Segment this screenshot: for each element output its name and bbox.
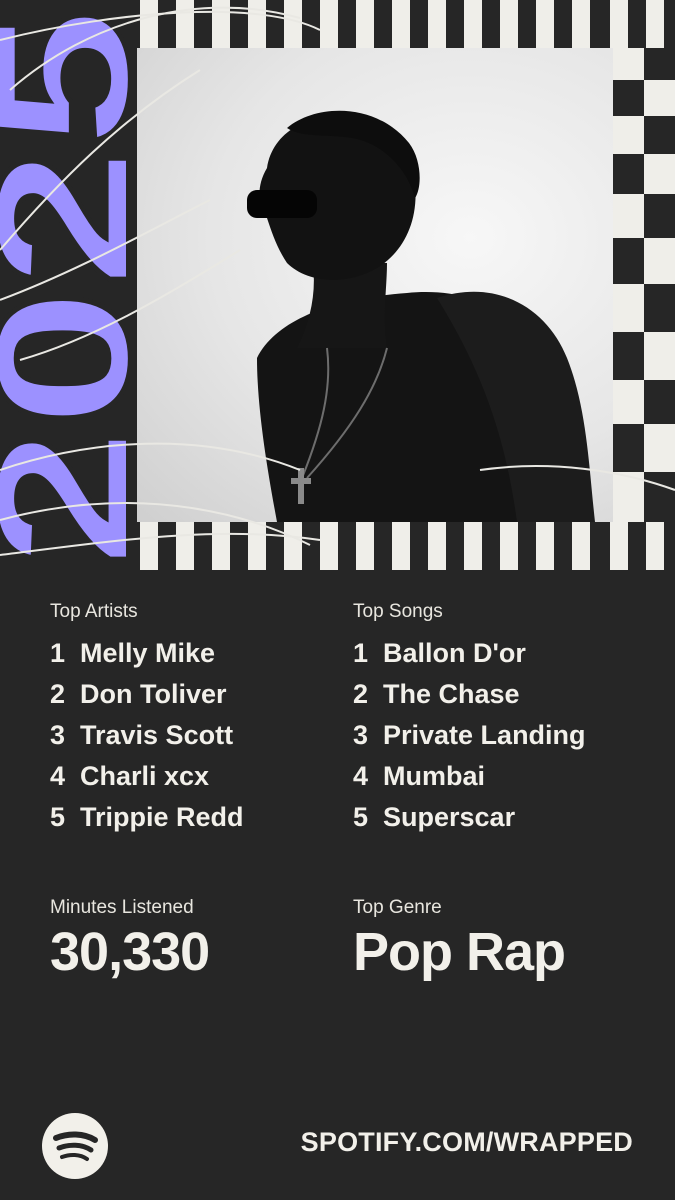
artist-name: Melly Mike: [80, 638, 216, 668]
minutes-listened-value: 30,330: [50, 922, 210, 982]
song-item: 2 The Chase: [353, 679, 586, 720]
artist-name: Charli xcx: [80, 761, 210, 791]
top-genre-value: Pop Rap: [353, 922, 566, 982]
top-songs-section: Top Songs 1 Ballon D'or 2 The Chase 3 Pr…: [353, 600, 586, 843]
song-name: Mumbai: [383, 761, 486, 791]
song-name: Ballon D'or: [383, 638, 526, 668]
song-name: The Chase: [383, 679, 520, 709]
top-artists-label: Top Artists: [50, 601, 138, 622]
artist-name: Travis Scott: [80, 720, 234, 750]
artist-item: 3 Travis Scott: [50, 720, 244, 761]
artist-item: 1 Melly Mike: [50, 638, 244, 679]
artist-rank: 4: [50, 761, 66, 791]
minutes-listened-stat: Minutes Listened 30,330: [50, 895, 210, 983]
artist-rank: 5: [50, 802, 66, 832]
artist-rank: 1: [50, 638, 66, 668]
top-artists-list: 1 Melly Mike 2 Don Toliver 3 Travis Scot…: [50, 638, 244, 843]
song-item: 4 Mumbai: [353, 761, 586, 802]
song-name: Private Landing: [383, 720, 586, 750]
artist-item: 2 Don Toliver: [50, 679, 244, 720]
artist-name: Trippie Redd: [80, 802, 244, 832]
artist-rank: 3: [50, 720, 66, 750]
song-rank: 1: [353, 638, 369, 668]
top-songs-list: 1 Ballon D'or 2 The Chase 3 Private Land…: [353, 638, 586, 843]
artist-rank: 2: [50, 679, 66, 709]
song-rank: 3: [353, 720, 369, 750]
song-rank: 2: [353, 679, 369, 709]
top-artists-section: Top Artists 1 Melly Mike 2 Don Toliver 3…: [50, 600, 244, 843]
top-genre-label: Top Genre: [353, 897, 442, 918]
artist-name: Don Toliver: [80, 679, 227, 709]
top-songs-label: Top Songs: [353, 601, 443, 622]
wrapped-share-card: 2025 Top Artists 1 Melly Mike 2 Don Toli…: [0, 0, 675, 1200]
top-genre-stat: Top Genre Pop Rap: [353, 895, 566, 983]
spotify-logo-icon[interactable]: [42, 1113, 108, 1179]
song-item: 5 Superscar: [353, 802, 586, 843]
song-rank: 4: [353, 761, 369, 791]
minutes-listened-label: Minutes Listened: [50, 897, 194, 918]
hero-graphic: 2025: [0, 0, 675, 570]
song-name: Superscar: [383, 802, 516, 832]
artist-item: 5 Trippie Redd: [50, 802, 244, 843]
wrapped-url-link[interactable]: SPOTIFY.COM/WRAPPED: [301, 1127, 633, 1158]
song-item: 3 Private Landing: [353, 720, 586, 761]
artist-item: 4 Charli xcx: [50, 761, 244, 802]
artist-photo: [137, 48, 613, 522]
song-item: 1 Ballon D'or: [353, 638, 586, 679]
song-rank: 5: [353, 802, 369, 832]
